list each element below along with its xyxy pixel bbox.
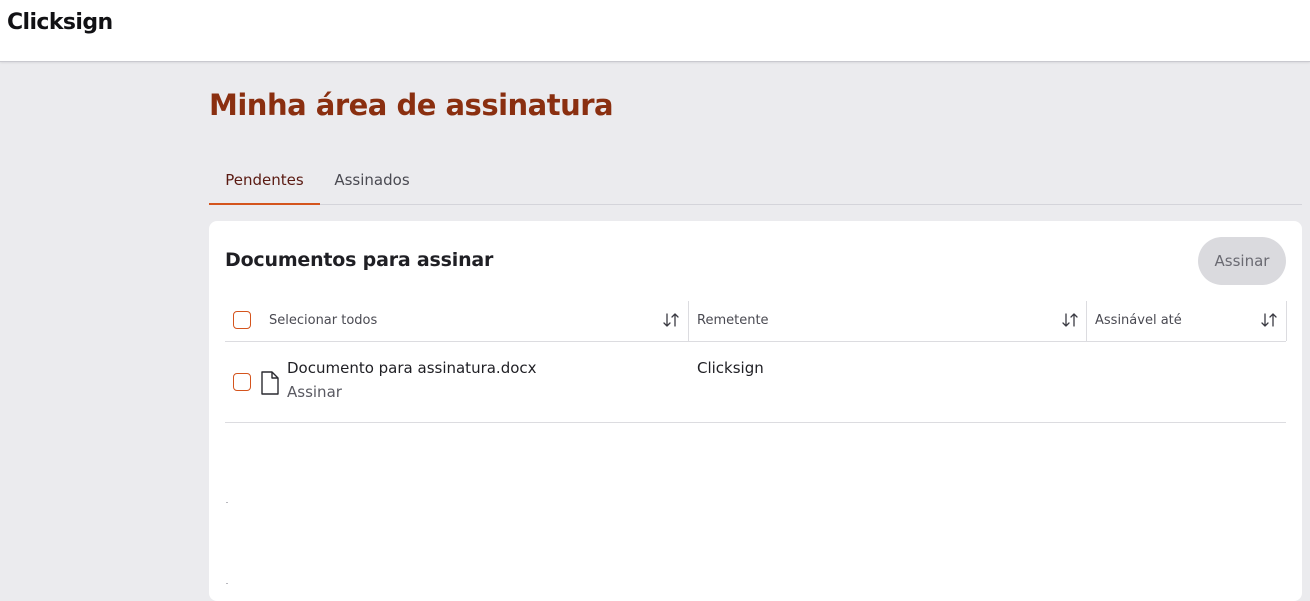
sender-name: Clicksign <box>697 359 764 377</box>
sign-button[interactable]: Assinar <box>1198 237 1286 285</box>
sender-header-label: Remetente <box>697 313 769 328</box>
sort-icon[interactable] <box>1061 311 1079 329</box>
sort-icon[interactable] <box>1260 311 1278 329</box>
top-bar: Clicksign <box>0 0 1310 62</box>
clicksign-logo[interactable]: Clicksign <box>7 10 113 35</box>
card-title: Documentos para assinar <box>225 249 494 271</box>
column-select-all: Selecionar todos <box>225 301 688 341</box>
divider <box>226 502 228 503</box>
select-all-label[interactable]: Selecionar todos <box>269 313 377 328</box>
document-sign-link[interactable]: Assinar <box>287 383 342 401</box>
column-signable-until: Assinável até <box>1086 301 1287 341</box>
divider <box>226 583 228 584</box>
tab-pendentes[interactable]: Pendentes <box>209 160 320 205</box>
row-checkbox[interactable] <box>233 373 251 391</box>
document-icon <box>261 371 279 395</box>
page-title: Minha área de assinatura <box>209 88 614 122</box>
select-all-checkbox[interactable] <box>233 311 251 329</box>
sort-icon[interactable] <box>662 311 680 329</box>
table-header: Selecionar todos Remetente Assinável até <box>225 301 1287 342</box>
table-row: Documento para assinatura.docx Assinar C… <box>225 342 1286 423</box>
signable-until-header-label: Assinável até <box>1095 313 1182 328</box>
tabs: Pendentes Assinados <box>209 160 1302 205</box>
document-name[interactable]: Documento para assinatura.docx <box>287 359 537 377</box>
tab-assinados[interactable]: Assinados <box>320 160 424 204</box>
documents-card: Documentos para assinar Assinar Selecion… <box>209 221 1302 601</box>
column-sender: Remetente <box>688 301 1087 341</box>
